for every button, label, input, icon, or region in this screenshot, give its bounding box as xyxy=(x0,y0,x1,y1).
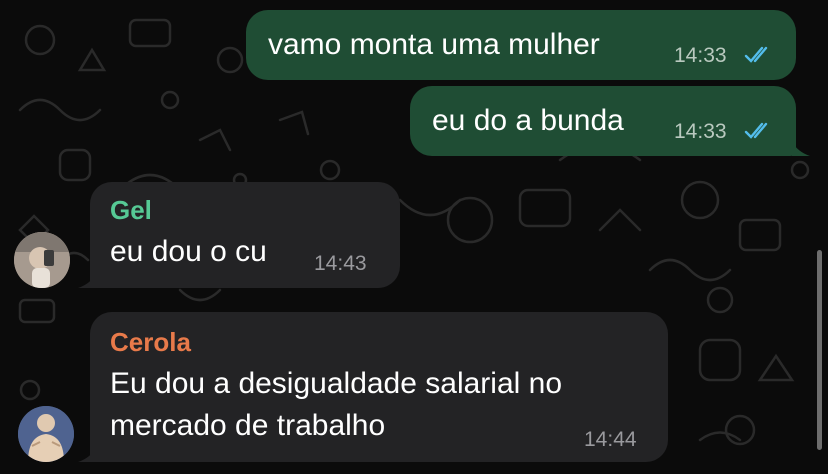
outgoing-message-bubble[interactable]: eu do a bunda 14:33 xyxy=(410,86,796,156)
read-double-check-icon xyxy=(744,46,768,63)
read-double-check-icon xyxy=(744,122,768,139)
chat-scrollbar[interactable] xyxy=(817,250,822,450)
message-timestamp: 14:33 xyxy=(674,44,727,67)
user-photo-avatar-icon xyxy=(14,232,70,288)
statue-avatar-icon xyxy=(18,406,74,462)
outgoing-message-bubble[interactable]: vamo monta uma mulher 14:33 xyxy=(246,10,796,80)
incoming-message-bubble[interactable]: Cerola Eu dou a desigualdade salarial no… xyxy=(90,312,668,462)
sender-name[interactable]: Cerola xyxy=(110,327,191,358)
bubble-tail xyxy=(792,142,810,156)
bubble-tail xyxy=(78,274,96,288)
message-timestamp: 14:33 xyxy=(674,120,727,143)
message-timestamp: 14:43 xyxy=(314,252,367,275)
bubble-tail xyxy=(78,448,96,462)
message-text: eu dou o cu xyxy=(110,235,267,268)
message-text-line: Eu dou a desigualdade salarial no xyxy=(110,367,563,400)
message-timestamp: 14:44 xyxy=(584,428,637,451)
message-text: vamo monta uma mulher xyxy=(268,28,600,61)
message-text-line: mercado de trabalho xyxy=(110,409,386,442)
sender-avatar[interactable] xyxy=(18,406,74,462)
sender-name[interactable]: Gel xyxy=(110,195,152,226)
sender-avatar[interactable] xyxy=(14,232,70,288)
incoming-message-bubble[interactable]: Gel eu dou o cu 14:43 xyxy=(90,182,400,288)
message-text: eu do a bunda xyxy=(432,104,624,137)
